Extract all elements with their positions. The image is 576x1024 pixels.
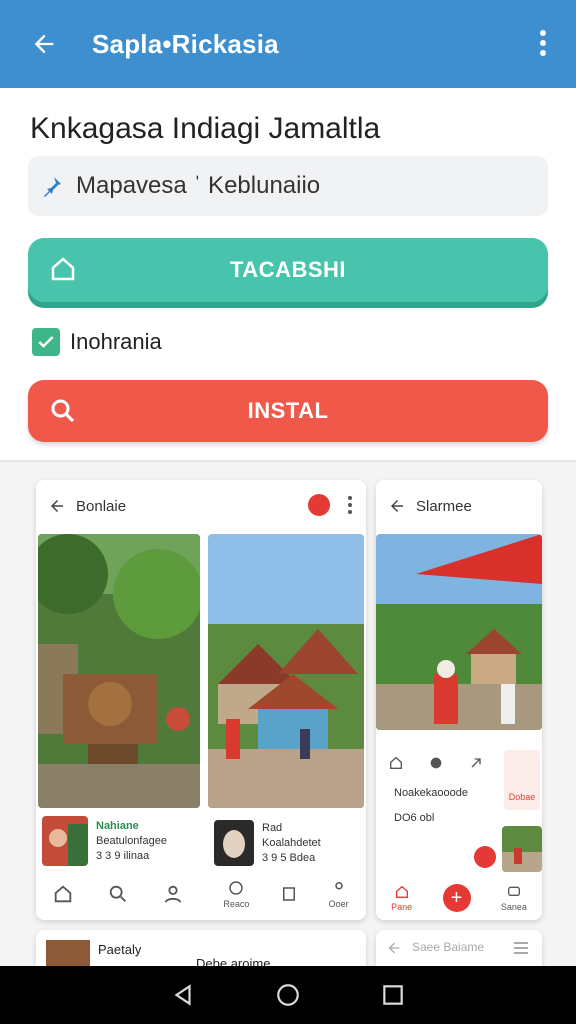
temple-garden-photo [38, 534, 200, 808]
app-title: Sapla•Rickasia [92, 28, 279, 59]
checkbox-checked-icon [32, 328, 60, 356]
install-checkbox[interactable]: Inohrania [32, 328, 162, 356]
system-navigation-bar [0, 966, 576, 1024]
primary-button[interactable]: TACABSHI [28, 238, 548, 302]
install-button[interactable]: INSTAL [28, 380, 548, 442]
search-icon [51, 399, 75, 423]
card-text: Noakekaooode DO6 obl [394, 786, 468, 826]
card-tag: Dobae [504, 750, 540, 810]
nav-label: Ooer [328, 899, 349, 909]
screenshot-preview-1[interactable]: Bonlaie Nahiane Beatulonfagee 3 3 9 ilin… [36, 480, 366, 920]
more-options-icon [348, 496, 352, 517]
nav-item: Ooer [329, 879, 349, 909]
home-icon [395, 885, 408, 898]
menu-icon [514, 942, 528, 954]
temple-visitors-photo [376, 534, 542, 730]
item-subtitle: Beatulonfagee [96, 834, 167, 847]
item-text: Nahiane Beatulonfagee 3 3 9 ilinaa [96, 819, 167, 864]
app-bar: Sapla•Rickasia [0, 0, 576, 88]
pin-icon [44, 177, 61, 197]
notification-badge [308, 494, 330, 516]
list-item[interactable]: Nahiane Beatulonfagee 3 3 9 ilinaa [42, 816, 167, 866]
card-title: Noakekaooode [394, 787, 469, 799]
screenshot-preview-2[interactable]: Slarmee Noakekaooode DO6 obl Dobae Pane [376, 480, 542, 920]
home-circle-icon[interactable] [275, 982, 301, 1008]
info-icon [229, 881, 244, 895]
add-icon: + [442, 884, 471, 912]
nav-label: Sanea [500, 902, 527, 912]
recents-square-icon[interactable] [380, 982, 406, 1008]
temple-courtyard-photo [208, 534, 364, 808]
profile-icon [164, 885, 181, 903]
preview-bottom-nav: Pane + Sanea [376, 876, 542, 920]
item-thumbnail [42, 816, 88, 866]
preview-bottom-nav-2: Reaco Ooer [208, 872, 364, 916]
back-arrow-icon [388, 942, 400, 954]
details-panel: Knkagasa Indiagi Jamaltla Mapavesa ˈ Keb… [0, 88, 576, 460]
thumbnail-photo [502, 826, 542, 872]
search-icon [109, 885, 126, 902]
home-icon [390, 756, 402, 769]
preview-icon-row [376, 750, 496, 776]
home-icon [55, 885, 72, 903]
preview-header: Bonlaie [36, 480, 366, 532]
chat-icon [507, 886, 520, 896]
primary-button-label: TACABSHI [229, 257, 347, 282]
item-subtitle: Koalahdetet [262, 836, 321, 849]
card-subtitle: DO6 obl [394, 812, 435, 824]
nav-label: Pane [391, 902, 413, 912]
clock-icon [430, 757, 442, 769]
home-icon [51, 257, 75, 281]
back-arrow-icon [51, 500, 63, 512]
checkbox-label: Inohrania [70, 329, 162, 354]
nav-item: Reaco [223, 879, 249, 909]
install-button-label: INSTAL [247, 398, 329, 423]
section-divider [0, 460, 576, 462]
nav-item: Pane [391, 884, 412, 912]
location-value: Mapavesa ˈ Keblunaiio [76, 172, 321, 199]
preview-title: Slarmee [416, 497, 472, 515]
user-icon [334, 882, 343, 890]
expand-icon [471, 758, 481, 768]
nav-item: Sanea [501, 884, 527, 912]
item-name: Nahiane [96, 819, 139, 832]
back-triangle-icon[interactable] [170, 982, 196, 1008]
book-icon [283, 887, 295, 901]
favorite-badge [474, 846, 496, 868]
item-meta: 3 9 5 Bdea [262, 851, 316, 864]
back-arrow-icon[interactable] [30, 30, 58, 58]
list-item[interactable]: Rad Koalahdetet 3 9 5 Bdea [214, 820, 321, 866]
back-arrow-icon [391, 500, 403, 512]
location-field[interactable]: Mapavesa ˈ Keblunaiio [28, 156, 548, 216]
preview-bottom-nav [36, 876, 200, 912]
item-meta: 3 3 9 ilinaa [96, 849, 150, 862]
more-options-icon[interactable] [538, 30, 548, 60]
item-thumbnail [214, 820, 254, 866]
preview-header: Slarmee [376, 480, 542, 532]
item-title: Paetaly [98, 942, 142, 957]
preview-title: Bonlaie [76, 497, 127, 515]
nav-label: Reaco [223, 899, 250, 909]
item-name: Rad [262, 821, 283, 834]
preview-title: Saee Baiame [412, 940, 485, 954]
page-heading: Knkagasa Indiagi Jamaltla [30, 112, 381, 145]
item-text: Rad Koalahdetet 3 9 5 Bdea [262, 821, 321, 866]
